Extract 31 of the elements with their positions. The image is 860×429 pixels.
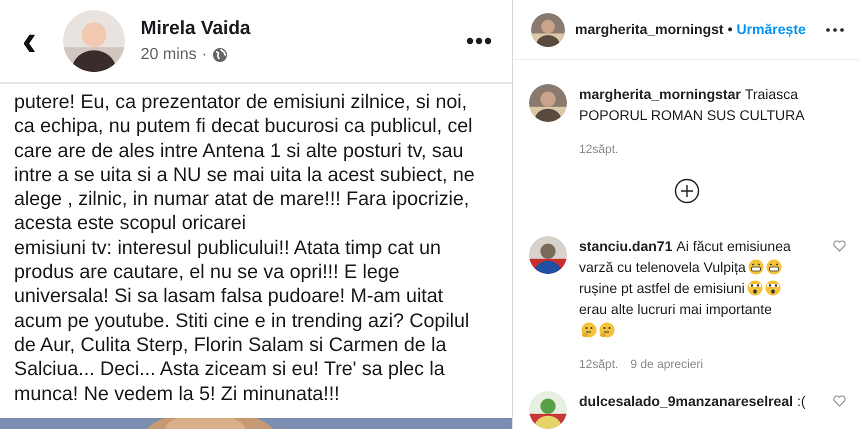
username[interactable]: stanciu.dan71 — [579, 238, 672, 254]
heart-icon[interactable] — [833, 240, 846, 252]
more-icon[interactable] — [466, 37, 492, 45]
grinning-face-icon — [748, 259, 764, 275]
comment-text: erau alte lucruri mai importante — [579, 301, 772, 317]
username[interactable]: margherita_morningst — [575, 19, 724, 40]
comment-text: rușine pt astfel de emisiuni — [579, 280, 745, 296]
shocked-face-icon — [764, 280, 781, 296]
thinking-face-icon — [599, 322, 615, 338]
shocked-face-icon — [746, 280, 763, 296]
load-more-icon[interactable] — [674, 178, 700, 204]
comment-text: :( — [797, 393, 806, 409]
comment-text: Ai făcut emisiunea — [676, 238, 791, 254]
post-text: putere! Eu, ca prezentator de emisiuni zilnice, si noi, ca echipa, nu putem fi decat bucurosi ca publicul, cel care are de ales intre Antena 1 si alte posturi tv, sau intre a se uita si a NU se mai uita la acest subiect, ne alege , zilnic, in numar atat de mare!!! Fara ipocrizie, acesta este scopul oricarei emisiuni tv: interesul publicului!! Atata timp cat un produs are cautare, el nu se va opri!!! E lege universala! Si sa lasam falsa pudoare! M-am uitat acum pe youtube. Stiti cine e in trending azi? Copilul de Aur, Culita Sterp, Florin Salam si Carmen de la Salciua... Deci... Asta ziceam si eu! Tre' sa plec la munca! Ne vedem la 5! Zi minunata!!! — [13, 90, 476, 406]
username[interactable]: dulcesalado_9manzanareselreal — [579, 393, 794, 409]
heart-icon[interactable] — [833, 395, 846, 407]
username[interactable]: margherita_morningstar — [579, 86, 741, 102]
comment-time: 12săpt. — [579, 356, 618, 373]
more-icon[interactable] — [826, 28, 844, 32]
separator: • — [728, 20, 732, 39]
thinking-face-icon — [581, 322, 597, 338]
comment-text: POPORUL ROMAN SUS CULTURA — [579, 106, 805, 125]
separator: · — [202, 45, 208, 66]
comment-text: Traiasca — [744, 86, 798, 102]
post-time: 20 mins — [140, 45, 197, 66]
comment-time: 12săpt. — [579, 141, 620, 158]
author-name: Mirela Vaida — [140, 16, 252, 41]
back-button[interactable]: ‹ — [18, 19, 41, 63]
globe-icon — [212, 47, 228, 64]
grinning-face-icon — [766, 259, 782, 275]
comment-text: varză cu telenovela Vulpița — [579, 259, 746, 275]
